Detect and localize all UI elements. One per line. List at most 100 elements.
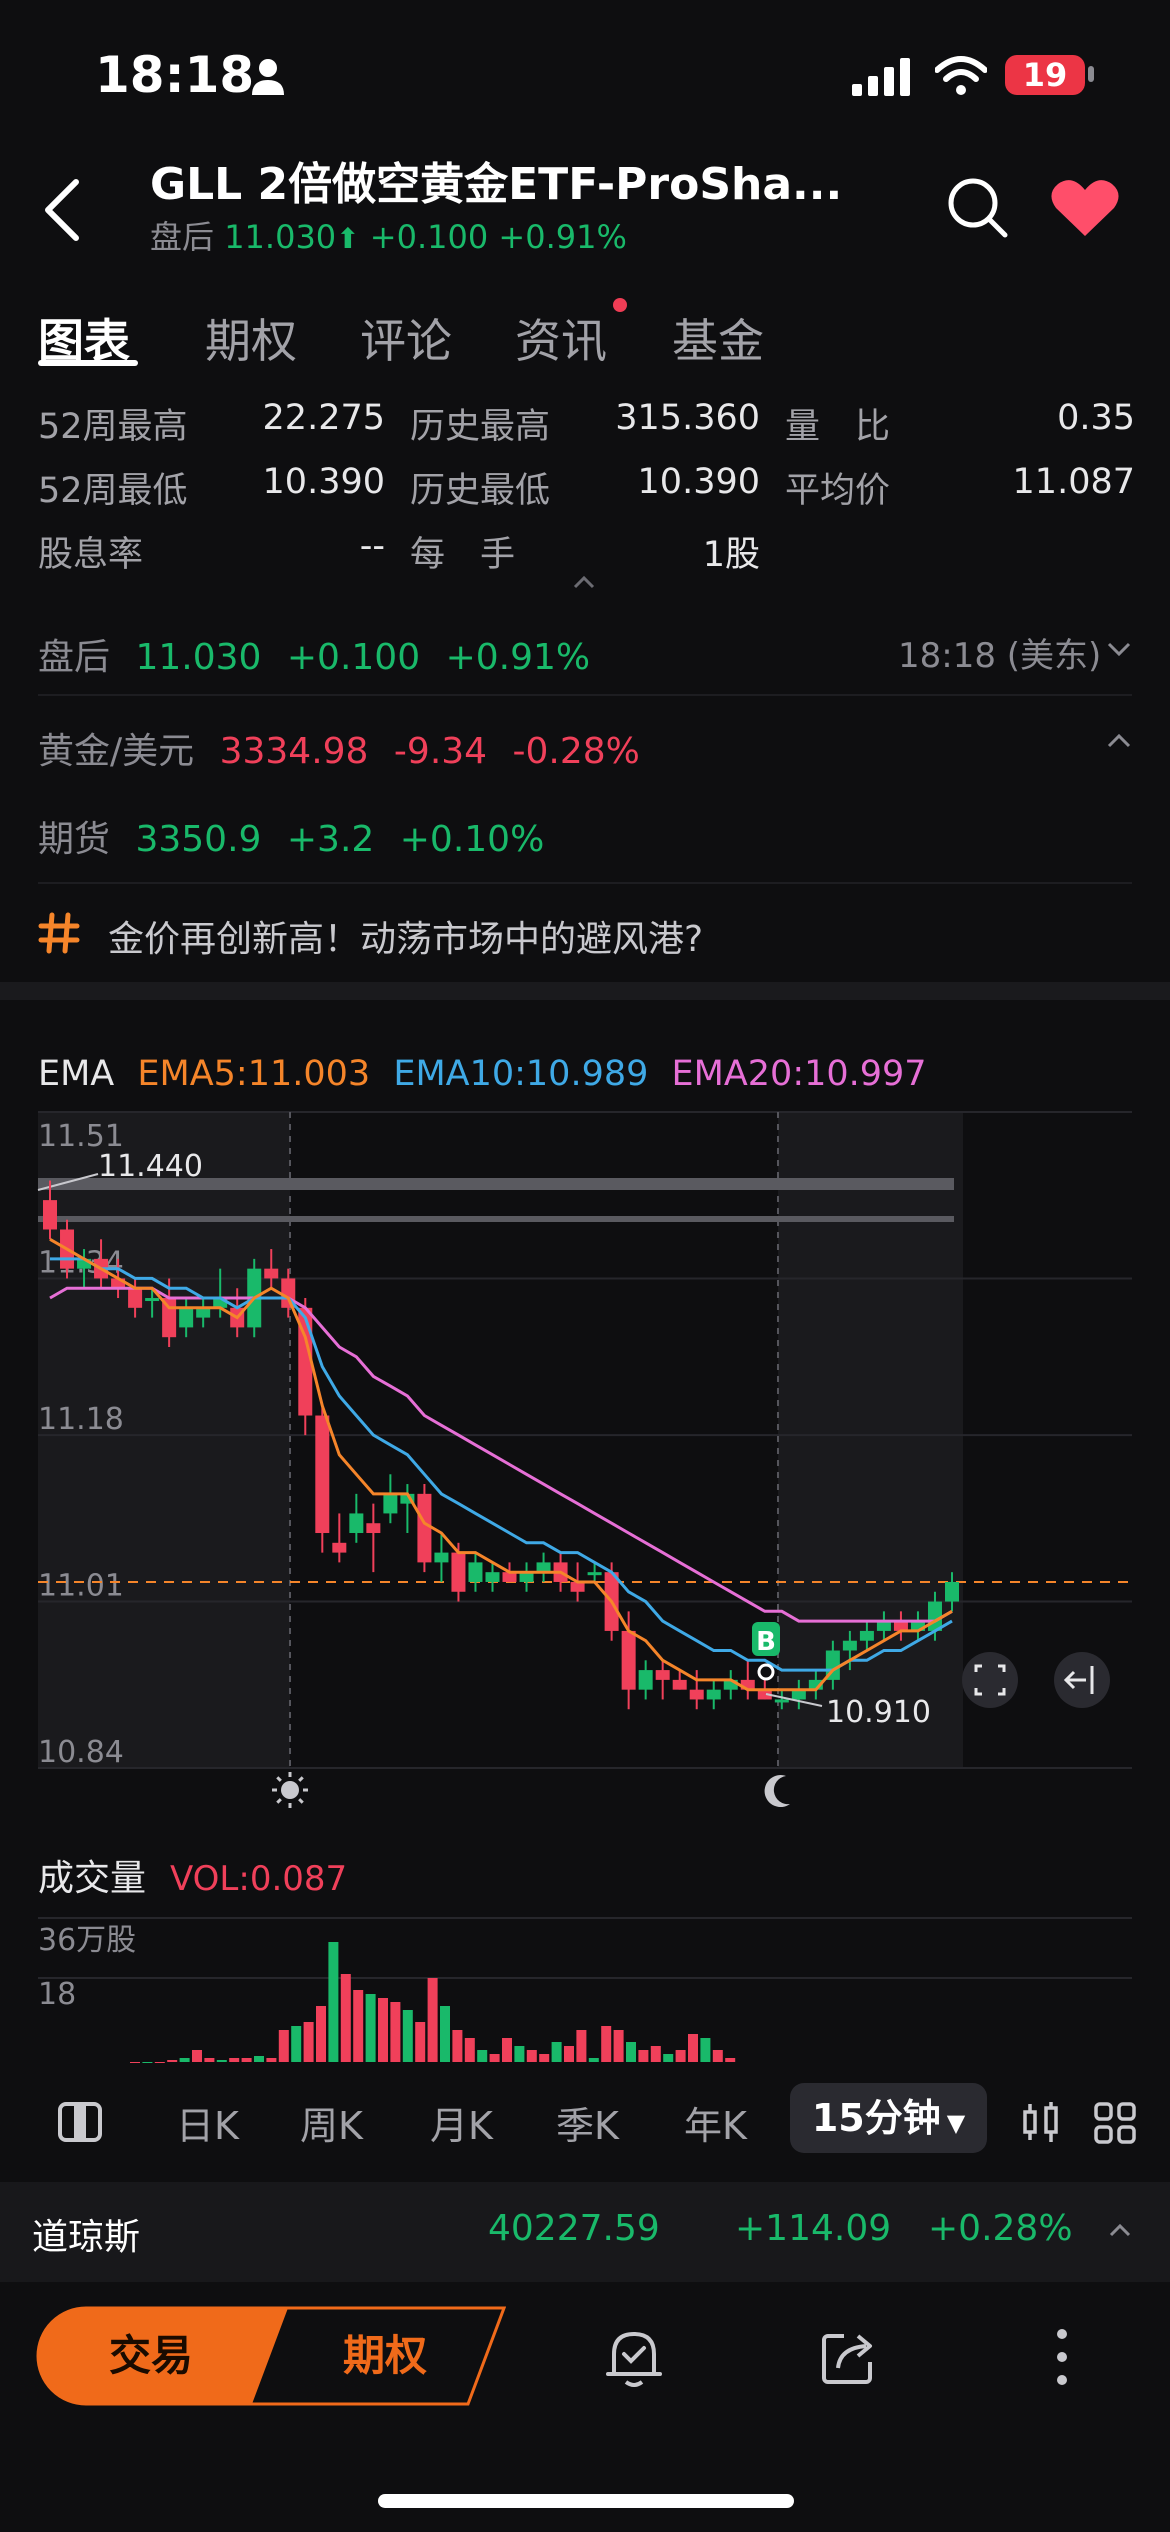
volume-bar — [142, 2062, 153, 2063]
volume-bar — [216, 2060, 227, 2062]
candle-body — [774, 1699, 789, 1703]
after-hours-row[interactable]: 盘后 11.030 +0.100 +0.91% — [38, 628, 590, 680]
gold-change: -9.34 — [393, 731, 488, 772]
candle-body — [587, 1572, 602, 1576]
chevron-up-icon[interactable] — [1106, 732, 1132, 750]
volume-bar — [266, 2058, 277, 2062]
volume-bar — [154, 2062, 165, 2063]
alert-line — [38, 1216, 954, 1222]
volume-bar — [340, 1974, 351, 2062]
sidebar-toggle-icon[interactable] — [58, 2102, 102, 2142]
volume-bar — [179, 2058, 190, 2062]
section-separator — [0, 982, 1170, 1000]
after-hours-time: 18:18 (美东) — [898, 636, 1102, 676]
candle-body — [876, 1621, 891, 1631]
candle-body — [315, 1415, 330, 1534]
stat-label: 量 比 — [785, 407, 891, 447]
stat-value: 11.087 — [1012, 462, 1135, 502]
alert-bell-icon[interactable] — [604, 2326, 664, 2390]
back-chevron-icon[interactable] — [40, 178, 84, 242]
volume-bar — [539, 2054, 550, 2062]
candle-body — [859, 1630, 874, 1641]
volume-bar — [402, 2010, 413, 2062]
battery-indicator: 19 — [1005, 55, 1085, 95]
candle-body — [434, 1552, 449, 1563]
volume-value: VOL:0.087 — [170, 1859, 347, 1899]
candle-body — [689, 1689, 704, 1700]
ktab-day[interactable]: 日K — [176, 2095, 239, 2150]
y-tick-label: 11.18 — [38, 1402, 124, 1437]
candle-body — [842, 1640, 857, 1651]
ktab-month[interactable]: 月K — [430, 2095, 493, 2150]
candle-body — [332, 1542, 347, 1553]
volume-bar — [452, 2030, 463, 2062]
gold-label: 黄金/美元 — [38, 731, 195, 772]
premarket-shade — [38, 1112, 290, 1768]
volume-bar — [464, 2038, 475, 2062]
share-icon[interactable] — [818, 2328, 878, 2388]
more-menu-icon[interactable] — [1052, 2326, 1072, 2388]
volume-bar — [241, 2058, 252, 2062]
candlestick-style-icon[interactable] — [1022, 2100, 1060, 2144]
stat-value: 1股 — [702, 535, 760, 575]
trade-button[interactable]: 交易 — [36, 2322, 266, 2383]
stat-label: 平均价 — [785, 471, 891, 511]
collapse-stats-icon[interactable] — [572, 574, 596, 590]
tab-comments[interactable]: 评论 — [360, 305, 452, 371]
volume-bar — [514, 2046, 525, 2062]
session-label: 盘后 — [150, 218, 215, 256]
ktab-year[interactable]: 年K — [684, 2095, 747, 2150]
tab-news[interactable]: 资讯 — [515, 305, 607, 371]
volume-bar — [564, 2046, 574, 2062]
index-value: 40227.59 — [488, 2208, 660, 2249]
candle-body — [672, 1679, 687, 1690]
volume-bar — [365, 1994, 376, 2062]
volume-bar — [638, 2050, 649, 2062]
grid-menu-icon[interactable] — [1094, 2102, 1136, 2144]
header-change: +0.100 — [369, 218, 489, 256]
volume-bar — [130, 2062, 140, 2063]
volume-bar — [650, 2046, 661, 2062]
candle-body — [468, 1562, 483, 1582]
sun-ray — [276, 1776, 282, 1782]
up-arrow-icon: ⬆ — [336, 222, 360, 255]
futures-price: 3350.9 — [135, 819, 262, 860]
tab-options[interactable]: 期权 — [205, 305, 297, 371]
header-quote: 盘后 11.030⬆ +0.100 +0.91% — [150, 212, 627, 258]
stat-value: 0.35 — [1057, 398, 1135, 438]
volume-bar — [663, 2054, 674, 2062]
candle-body — [128, 1288, 143, 1308]
volume-tick: 36万股 — [38, 1923, 136, 1958]
volume-bar — [291, 2026, 302, 2062]
chevron-up-icon[interactable] — [1108, 2222, 1132, 2238]
buy-marker-point — [757, 1663, 775, 1681]
search-icon[interactable] — [945, 175, 1009, 239]
candle-body — [485, 1572, 500, 1582]
gold-row[interactable]: 黄金/美元 3334.98 -9.34 -0.28% — [38, 722, 640, 774]
volume-bar — [551, 2042, 562, 2062]
volume-bar — [415, 2022, 426, 2062]
chevron-down-icon[interactable] — [1106, 640, 1132, 658]
options-button[interactable]: 期权 — [270, 2322, 500, 2383]
price-chart[interactable]: 11.5111.3411.1811.0110.8411.440B10.910成交… — [0, 1040, 1170, 2080]
tab-fund[interactable]: 基金 — [672, 305, 764, 371]
max-price-label: 11.440 — [98, 1149, 203, 1184]
stat-value: -- — [359, 526, 385, 566]
candle-body — [706, 1689, 721, 1700]
candle-body — [179, 1307, 194, 1328]
futures-row[interactable]: 期货 3350.9 +3.2 +0.10% — [38, 810, 544, 862]
topic-link[interactable]: 金价再创新高！动荡市场中的避风港? — [108, 910, 703, 962]
volume-bar — [626, 2042, 636, 2062]
header-price: 11.030 — [224, 218, 337, 256]
ktab-week[interactable]: 周K — [300, 2095, 363, 2150]
candle-body — [945, 1581, 959, 1602]
candle-body — [417, 1493, 432, 1563]
favorite-heart-icon[interactable] — [1050, 178, 1120, 238]
candle-body — [451, 1552, 466, 1592]
candle-body — [264, 1268, 279, 1279]
candle-body — [655, 1670, 670, 1680]
ktab-15min-dropdown[interactable]: 15分钟 ▼ — [790, 2083, 987, 2153]
volume-tick: 18 — [38, 1977, 76, 2012]
ktab-quarter[interactable]: 季K — [556, 2095, 619, 2150]
volume-bar — [390, 2002, 401, 2062]
